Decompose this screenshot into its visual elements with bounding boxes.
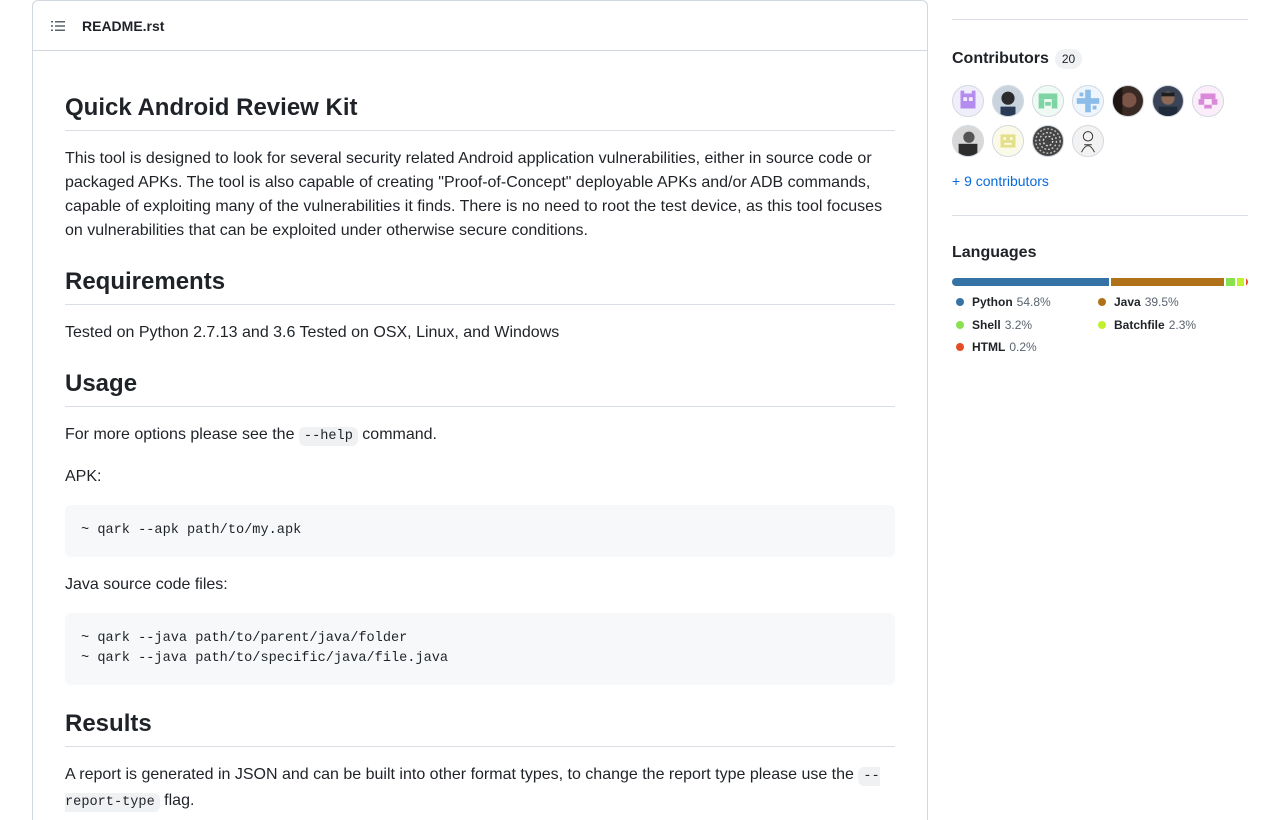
- language-percent: 54.8%: [1016, 295, 1051, 309]
- contributors-count-badge: 20: [1054, 49, 1083, 69]
- language-name: HTML: [972, 340, 1006, 354]
- contributor-avatar[interactable]: [1072, 85, 1104, 117]
- results-text-after: flag.: [159, 792, 195, 809]
- results-text: A report is generated in JSON and can be…: [65, 763, 895, 815]
- readme-body: Quick Android Review Kit This tool is de…: [33, 93, 927, 815]
- languages-bar: [952, 278, 1248, 286]
- readme-intro: This tool is designed to look for severa…: [65, 150, 883, 239]
- contributor-avatar[interactable]: [1152, 85, 1184, 117]
- usage-text-before: For more options please see the: [65, 426, 299, 443]
- contributor-avatar[interactable]: [1192, 85, 1224, 117]
- readme-header: README.rst: [33, 1, 927, 51]
- contributor-avatar[interactable]: [952, 85, 984, 117]
- language-bar-segment: [952, 278, 1110, 286]
- language-item[interactable]: Batchfile 2.3%: [1094, 317, 1196, 334]
- contributors-heading: Contributors 20: [952, 49, 1248, 69]
- contributors-section: Contributors 20 + 9 contributors: [952, 49, 1248, 191]
- language-item[interactable]: HTML 0.2%: [952, 339, 1078, 356]
- language-bar-segment: [1237, 278, 1244, 286]
- language-color-dot-icon: [956, 298, 964, 307]
- java-code-block: ~ qark --java path/to/parent/java/folder…: [65, 613, 895, 685]
- readme-title: Quick Android Review Kit: [65, 93, 895, 131]
- contributor-avatar[interactable]: [992, 125, 1024, 157]
- usage-text: For more options please see the --help c…: [65, 423, 895, 449]
- contributor-avatars: [952, 85, 1232, 165]
- apk-code-block: ~ qark --apk path/to/my.apk: [65, 505, 895, 557]
- language-item[interactable]: Python 54.8%: [952, 294, 1078, 311]
- language-color-dot-icon: [956, 320, 964, 329]
- contributor-avatar[interactable]: [1072, 125, 1104, 157]
- apk-label: APK:: [65, 468, 102, 485]
- languages-list: Python 54.8% Java 39.5% Shell 3.2% Batchfile 2.…: [952, 294, 1248, 362]
- language-percent: 39.5%: [1144, 295, 1179, 309]
- language-item[interactable]: Shell 3.2%: [952, 317, 1078, 334]
- language-color-dot-icon: [1098, 298, 1106, 307]
- language-color-dot-icon: [1098, 320, 1106, 329]
- language-percent: 3.2%: [1004, 317, 1033, 332]
- help-inline-code: --help: [298, 427, 358, 446]
- language-percent: 2.3%: [1168, 317, 1197, 332]
- sidebar-divider-middle: [952, 215, 1248, 216]
- language-bar-segment: [1246, 278, 1248, 286]
- java-label: Java source code files:: [65, 576, 228, 593]
- language-percent: 0.2%: [1009, 340, 1037, 354]
- contributor-avatar[interactable]: [1032, 85, 1064, 117]
- contributor-avatar[interactable]: [1032, 125, 1064, 157]
- usage-text-after: command.: [357, 426, 437, 443]
- requirements-text: Tested on Python 2.7.13 and 3.6 Tested o…: [65, 324, 560, 341]
- more-contributors-link[interactable]: + 9 contributors: [952, 173, 1049, 189]
- language-name: Java: [1114, 295, 1141, 309]
- readme-filename[interactable]: README.rst: [82, 18, 164, 34]
- language-name: Batchfile: [1114, 317, 1165, 332]
- language-name: Python: [972, 295, 1013, 309]
- contributors-title[interactable]: Contributors: [952, 50, 1049, 68]
- language-color-dot-icon: [956, 343, 964, 352]
- contributor-avatar[interactable]: [1112, 85, 1144, 117]
- results-text-before: A report is generated in JSON and can be…: [65, 766, 859, 783]
- language-bar-segment: [1111, 278, 1225, 286]
- contributor-avatar[interactable]: [992, 85, 1024, 117]
- results-heading: Results: [65, 709, 895, 747]
- repo-sidebar: Contributors 20 + 9 contributors Languag…: [952, 0, 1248, 362]
- language-bar-segment: [1226, 278, 1236, 286]
- language-item[interactable]: Java 39.5%: [1094, 294, 1179, 311]
- languages-heading: Languages: [952, 244, 1037, 261]
- languages-section: Languages Python 54.8% Java 39.5% Shell 3.2% B…: [952, 244, 1248, 362]
- language-name: Shell: [972, 317, 1001, 332]
- requirements-heading: Requirements: [65, 267, 895, 305]
- sidebar-divider-top: [952, 19, 1248, 20]
- contributor-avatar[interactable]: [952, 125, 984, 157]
- readme-panel: README.rst Quick Android Review Kit This…: [32, 0, 928, 820]
- outline-list-icon[interactable]: [50, 18, 66, 34]
- usage-heading: Usage: [65, 369, 895, 407]
